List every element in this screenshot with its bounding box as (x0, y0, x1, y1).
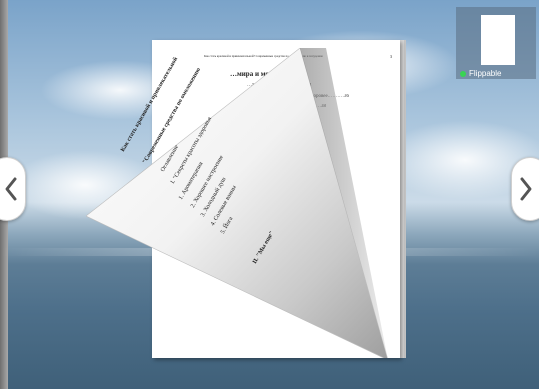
brand-name: Flippable (469, 69, 502, 78)
thumbnail-panel[interactable]: Flippable (456, 7, 536, 79)
brand-label: Flippable (460, 69, 501, 78)
previous-page-button[interactable] (0, 157, 26, 221)
page-curl[interactable] (86, 48, 396, 358)
flipbook-viewer: Как стать красивой и привлекательной? Со… (0, 0, 539, 389)
curl-face (86, 48, 388, 358)
chevron-left-icon (5, 177, 17, 201)
chevron-right-icon (520, 177, 532, 201)
next-page-button[interactable] (511, 157, 539, 221)
page-thumbnail[interactable] (481, 15, 515, 65)
status-dot-icon (460, 70, 466, 77)
